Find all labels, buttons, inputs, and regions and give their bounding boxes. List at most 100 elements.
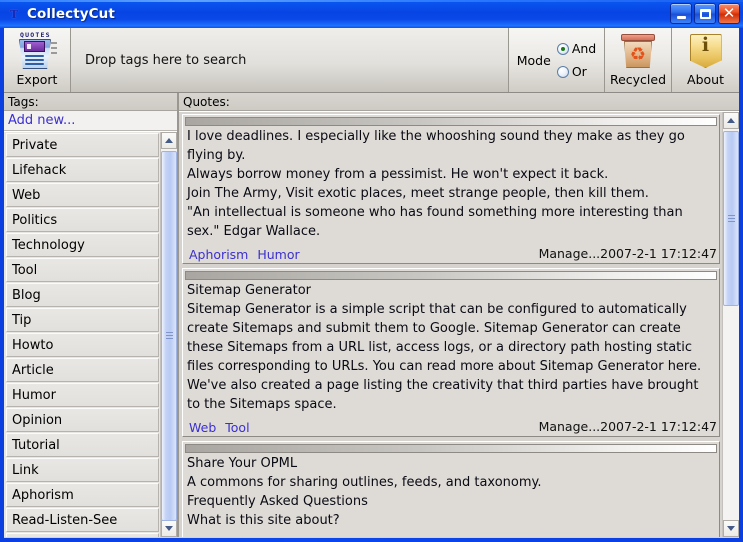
tag-list-item[interactable]: Link [6, 458, 159, 482]
quotes-scroll-up-button[interactable] [723, 112, 739, 129]
minimize-button[interactable] [670, 3, 692, 24]
tag-list-item[interactable]: Article [6, 358, 159, 382]
add-new-tag-link[interactable]: Add new... [4, 111, 177, 131]
maximize-icon [700, 9, 711, 19]
quotes-list-container: I love deadlines. I especially like the … [179, 111, 739, 537]
quote-timestamp: 2007-2-1 17:12:47 [600, 419, 717, 434]
quote-entry[interactable]: Share Your OPML A commons for sharing ou… [182, 441, 720, 537]
radio-or-icon [557, 66, 569, 78]
recycle-bin-icon: ♻ [619, 31, 657, 71]
quote-tags: Aphorism Humor [189, 247, 300, 262]
tag-list-item[interactable]: Politics [6, 208, 159, 232]
quotes-header: Quotes: [179, 93, 739, 111]
application-window: T CollectyCut ✕ QUOTES [0, 0, 743, 542]
mode-selector: Mode And Or [509, 28, 605, 92]
recycle-symbol: ♻ [628, 45, 648, 64]
quote-entry-headerbar [185, 444, 717, 453]
tag-list-item[interactable]: Read-Listen-See [6, 508, 159, 532]
tags-scroll-down-button[interactable] [161, 520, 177, 537]
maximize-button[interactable] [694, 3, 716, 24]
quote-footer: Aphorism Humor Manage...2007-2-1 17:12:47 [183, 241, 719, 262]
tags-list-container: PrivateLifehackWebPoliticsTechnologyTool… [4, 131, 177, 537]
info-card-icon: i [687, 31, 725, 71]
mode-or-label: Or [572, 64, 587, 79]
client-area: QUOTES Export Drop tags here to search M… [4, 28, 739, 538]
tags-scrollbar[interactable] [160, 132, 177, 537]
toolbar: QUOTES Export Drop tags here to search M… [4, 28, 739, 93]
manage-link[interactable]: Manage... [539, 419, 601, 434]
quote-entry-headerbar [185, 271, 717, 280]
chevron-down-icon [727, 526, 735, 531]
quote-meta: Manage...2007-2-1 17:12:47 [539, 416, 717, 435]
tag-list-item[interactable]: Web [6, 183, 159, 207]
export-quotes-icon: QUOTES [16, 31, 58, 71]
scroll-grip-icon [166, 332, 173, 340]
tags-panel: Tags: Add new... PrivateLifehackWebPolit… [4, 93, 179, 537]
mode-and-label: And [572, 41, 596, 56]
tag-list-item[interactable]: Lifehack [6, 158, 159, 182]
quotes-scroll-track[interactable] [723, 129, 739, 520]
quote-meta: Manage...2007-2-1 17:12:47 [539, 243, 717, 262]
quote-tag-link[interactable]: Aphorism [189, 247, 248, 262]
mode-radio-and[interactable]: And [557, 41, 596, 56]
tag-list-item[interactable]: Aphorism [6, 483, 159, 507]
chevron-down-icon [165, 526, 173, 531]
close-button[interactable]: ✕ [718, 3, 740, 24]
mode-radio-or[interactable]: Or [557, 64, 596, 79]
quotes-panel: Quotes: I love deadlines. I especially l… [179, 93, 739, 537]
tag-drop-search-area[interactable]: Drop tags here to search [71, 28, 509, 92]
tag-list-item[interactable]: Technology [6, 233, 159, 257]
quotes-scrollbar[interactable] [722, 112, 739, 537]
quote-tag-link[interactable]: Web [189, 420, 216, 435]
tag-list-item[interactable]: Think over [6, 533, 159, 537]
window-title: CollectyCut [27, 6, 115, 22]
quote-entry-headerbar [185, 117, 717, 126]
info-symbol: i [687, 35, 725, 55]
tag-list-item[interactable]: Tutorial [6, 433, 159, 457]
minimize-icon [677, 16, 686, 19]
recycled-button[interactable]: ♻ Recycled [605, 28, 672, 92]
window-controls: ✕ [670, 3, 740, 24]
quotes-scroll-thumb[interactable] [723, 131, 739, 306]
tag-list-item[interactable]: Private [6, 133, 159, 157]
quote-tag-link[interactable]: Humor [257, 247, 299, 262]
quotes-badge-text: QUOTES [20, 31, 51, 39]
tag-list-item[interactable]: Tip [6, 308, 159, 332]
about-button[interactable]: i About [672, 28, 739, 92]
quotes-scroll-down-button[interactable] [723, 520, 739, 537]
export-label: Export [17, 72, 58, 87]
tag-list-item[interactable]: Humor [6, 383, 159, 407]
tags-list[interactable]: PrivateLifehackWebPoliticsTechnologyTool… [4, 132, 160, 537]
quote-footer: Web Tool Manage...2007-2-1 17:12:47 [183, 414, 719, 435]
tag-list-item[interactable]: Blog [6, 283, 159, 307]
recycled-label: Recycled [610, 72, 666, 87]
manage-link[interactable]: Manage... [539, 246, 601, 261]
tags-scroll-track[interactable] [161, 149, 177, 520]
quote-entry[interactable]: I love deadlines. I especially like the … [182, 114, 720, 264]
quote-timestamp: 2007-2-1 17:12:47 [600, 246, 717, 261]
mode-label: Mode [517, 53, 551, 68]
quote-text: I love deadlines. I especially like the … [183, 127, 719, 241]
quote-entry[interactable]: Sitemap Generator Sitemap Generator is a… [182, 268, 720, 437]
chevron-up-icon [165, 138, 173, 143]
tags-scroll-thumb[interactable] [161, 151, 177, 521]
scroll-grip-icon [728, 215, 735, 223]
tags-scroll-up-button[interactable] [161, 132, 177, 149]
title-bar: T CollectyCut ✕ [0, 0, 743, 28]
about-label: About [687, 72, 724, 87]
quote-text: Sitemap Generator Sitemap Generator is a… [183, 281, 719, 414]
quote-tag-link[interactable]: Tool [225, 420, 249, 435]
main-split: Tags: Add new... PrivateLifehackWebPolit… [4, 93, 739, 537]
tags-header: Tags: [4, 93, 177, 111]
close-icon: ✕ [723, 6, 736, 21]
tag-list-item[interactable]: Opinion [6, 408, 159, 432]
drop-placeholder: Drop tags here to search [85, 53, 246, 68]
export-button[interactable]: QUOTES Export [4, 28, 71, 92]
app-icon: T [5, 5, 23, 23]
tag-list-item[interactable]: Howto [6, 333, 159, 357]
quote-text: Share Your OPML A commons for sharing ou… [183, 454, 719, 537]
radio-and-icon [557, 43, 569, 55]
quotes-list[interactable]: I love deadlines. I especially like the … [179, 112, 722, 537]
tag-list-item[interactable]: Tool [6, 258, 159, 282]
chevron-up-icon [727, 118, 735, 123]
